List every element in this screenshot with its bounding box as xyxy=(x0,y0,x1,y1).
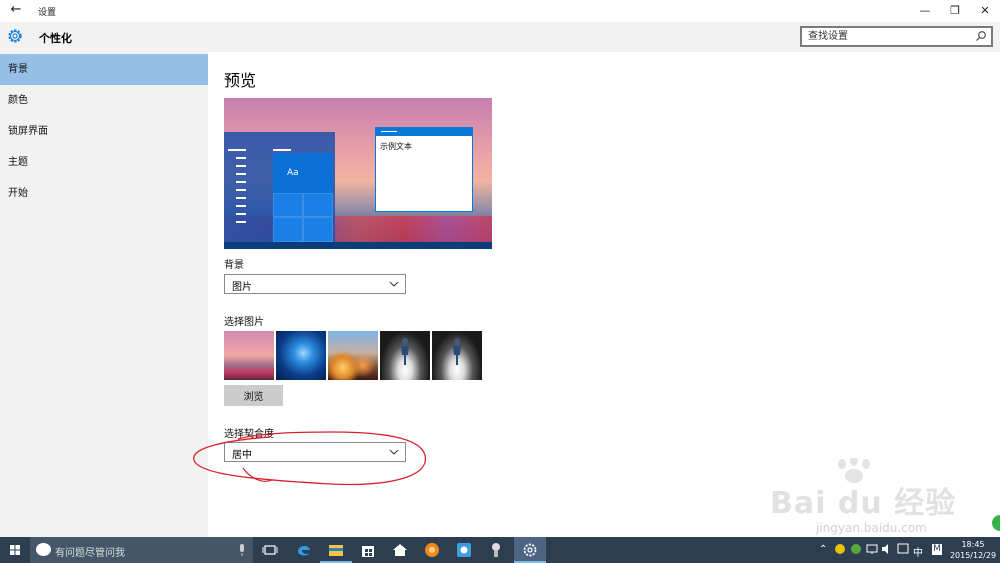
sidebar-item-start[interactable]: 开始 xyxy=(0,178,208,209)
watermark-brand: Bai du 经验 xyxy=(770,486,957,521)
gear-icon xyxy=(523,543,537,557)
chevron-up-icon[interactable]: ⌃ xyxy=(819,544,827,555)
settings-taskbar-button[interactable] xyxy=(514,537,546,563)
preview-menu-line xyxy=(236,205,246,207)
file-explorer-button[interactable] xyxy=(320,537,352,563)
tray-app-icon[interactable] xyxy=(834,543,846,555)
preview-tile xyxy=(303,193,333,217)
title-bar: ← 设置 — ❐ ✕ xyxy=(0,0,1000,22)
preview-menu-line xyxy=(228,149,246,151)
search-input[interactable] xyxy=(802,28,972,45)
preview-tile xyxy=(273,193,303,217)
fit-dropdown-value: 居中 xyxy=(232,450,252,461)
ime-indicator[interactable]: 中 xyxy=(913,544,923,559)
figure-icon xyxy=(453,338,461,365)
background-preview: Aa 示例文本 xyxy=(224,98,492,249)
preview-menu-line xyxy=(236,221,246,223)
cortana-search-text: 有问题尽管问我 xyxy=(55,548,125,559)
orange-browser-icon xyxy=(425,543,439,557)
search-icon[interactable] xyxy=(975,30,987,42)
edge-icon xyxy=(298,545,310,556)
preview-tile xyxy=(303,217,333,242)
browse-button[interactable]: 浏览 xyxy=(224,385,283,406)
ime-mode-indicator[interactable]: M xyxy=(932,544,942,555)
preview-window: 示例文本 xyxy=(375,127,473,212)
preview-menu-line xyxy=(236,189,246,191)
background-dropdown-value: 图片 xyxy=(232,282,252,293)
sidebar: 背景 颜色 锁屏界面 主题 开始 xyxy=(0,52,208,537)
taskbar-clock[interactable]: 18:45 2015/12/29 xyxy=(946,539,1000,561)
figure-app-button[interactable] xyxy=(480,537,512,563)
store-button[interactable] xyxy=(352,537,384,563)
maximize-button[interactable]: ❐ xyxy=(940,0,970,22)
preview-window-line xyxy=(381,131,397,132)
gear-icon xyxy=(6,27,24,45)
search-box[interactable] xyxy=(800,26,993,47)
fit-dropdown[interactable]: 居中 xyxy=(224,442,406,462)
preview-menu-line xyxy=(273,149,291,151)
picture-thumbnail-figure[interactable] xyxy=(432,331,482,380)
preview-window-titlebar xyxy=(376,128,472,136)
picture-thumbnail-tulips[interactable] xyxy=(224,331,274,380)
photo-app-button[interactable] xyxy=(448,537,480,563)
back-arrow-icon[interactable]: ← xyxy=(8,2,24,18)
preview-menu-line xyxy=(236,173,246,175)
chevron-down-icon xyxy=(389,449,399,455)
minimize-button[interactable]: — xyxy=(910,0,940,22)
sidebar-item-themes[interactable]: 主题 xyxy=(0,147,208,178)
browser-button[interactable] xyxy=(416,537,448,563)
notification-icon[interactable] xyxy=(897,543,909,555)
microphone-icon[interactable] xyxy=(237,543,247,557)
close-button[interactable]: ✕ xyxy=(970,0,1000,22)
home-button[interactable] xyxy=(384,537,416,563)
task-view-icon xyxy=(262,545,278,555)
background-dropdown[interactable]: 图片 xyxy=(224,274,406,294)
preview-tile xyxy=(273,217,303,242)
preview-menu-line xyxy=(236,157,246,159)
sidebar-item-lock-screen[interactable]: 锁屏界面 xyxy=(0,116,208,147)
taskbar: 有问题尽管问我 ⌃ 中 M 18:45 2015/12/29 xyxy=(0,537,1000,563)
watermark-url: jingyan.baidu.com xyxy=(816,521,927,535)
sidebar-item-background[interactable]: 背景 xyxy=(0,54,208,85)
window-title: 设置 xyxy=(38,8,57,18)
cortana-search-box[interactable]: 有问题尽管问我 xyxy=(30,537,253,563)
sidebar-item-colors[interactable]: 颜色 xyxy=(0,85,208,116)
figure-icon xyxy=(401,338,409,365)
chevron-down-icon xyxy=(389,281,399,287)
clock-date: 2015/12/29 xyxy=(949,551,997,560)
tray-app-icon[interactable] xyxy=(850,543,862,555)
figure-app-icon xyxy=(492,543,500,557)
preview-menu-line xyxy=(236,213,246,215)
preview-menu-line xyxy=(236,197,246,199)
background-label: 背景 xyxy=(224,260,244,271)
home-icon xyxy=(393,544,407,556)
preview-tile-text: Aa xyxy=(287,168,299,178)
folder-icon xyxy=(329,545,343,556)
picture-thumbnail-windows[interactable] xyxy=(276,331,326,380)
settings-header: 个性化 xyxy=(0,22,1000,52)
choose-picture-label: 选择图片 xyxy=(224,317,264,328)
edge-button[interactable] xyxy=(288,537,320,563)
fit-label: 选择契合度 xyxy=(224,429,274,440)
photo-app-icon xyxy=(457,543,471,557)
preview-menu-line xyxy=(236,165,246,167)
volume-icon[interactable] xyxy=(881,543,893,555)
picture-thumbnail-bokeh[interactable] xyxy=(328,331,378,380)
task-view-button[interactable] xyxy=(254,537,286,563)
preview-sample-text: 示例文本 xyxy=(380,142,412,151)
clock-time: 18:45 xyxy=(961,540,985,549)
picture-thumbnail-figure[interactable] xyxy=(380,331,430,380)
preview-menu-line xyxy=(236,181,246,183)
page-title: 个性化 xyxy=(39,32,72,45)
cortana-icon xyxy=(36,543,51,556)
preview-heading: 预览 xyxy=(224,71,257,90)
network-icon[interactable] xyxy=(866,543,878,555)
store-icon xyxy=(362,546,374,557)
windows-start-icon[interactable] xyxy=(0,537,30,563)
preview-taskbar xyxy=(224,242,492,249)
